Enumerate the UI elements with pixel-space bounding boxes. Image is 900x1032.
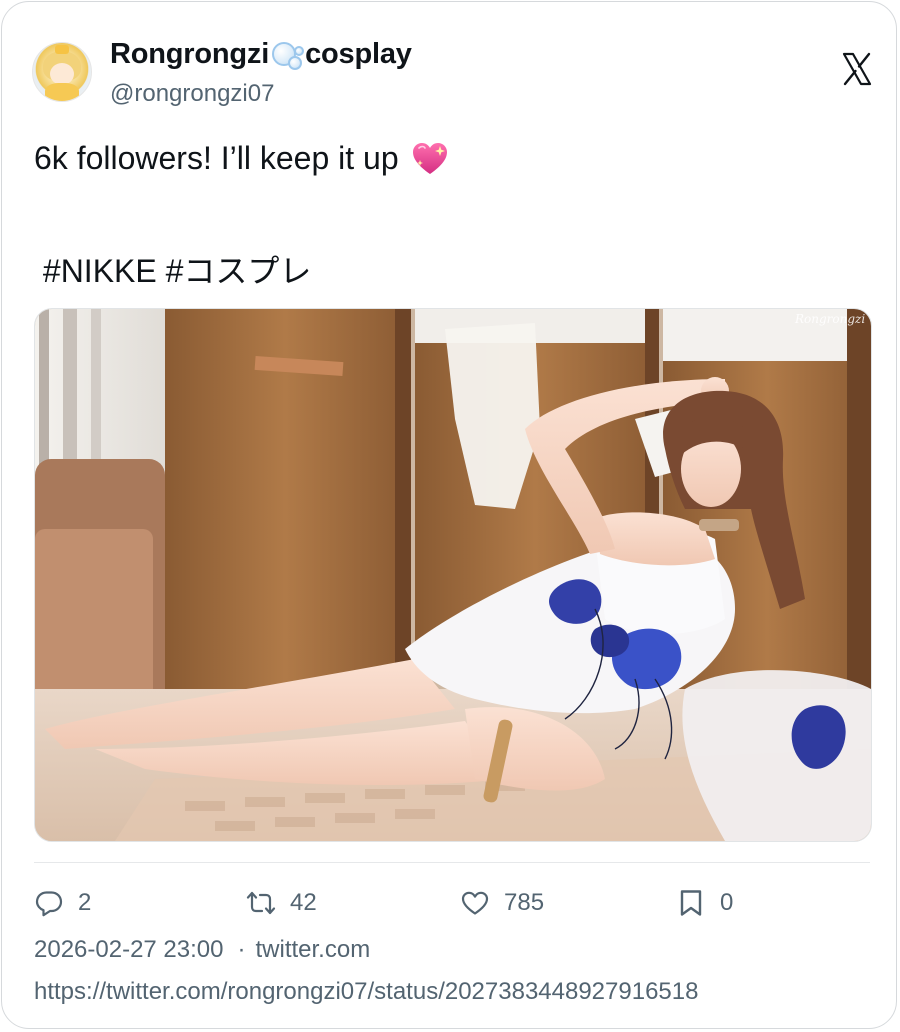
avatar-bow: [55, 45, 69, 54]
user-handle[interactable]: @rongrongzi07: [110, 80, 274, 108]
avatar[interactable]: [32, 42, 92, 102]
heart-icon: [461, 891, 489, 915]
reply-button[interactable]: 2: [34, 886, 91, 920]
bookmark-button[interactable]: 0: [676, 886, 733, 920]
reply-icon: [35, 891, 63, 917]
cosplay-photo: Rongrongzi: [35, 309, 871, 841]
timestamp[interactable]: 2026-02-27 23:00: [34, 936, 224, 963]
meta-separator: ·: [237, 936, 246, 963]
bookmark-count: 0: [720, 889, 734, 916]
display-name-part2: cosplay: [305, 38, 412, 70]
tweet-hashtags[interactable]: #NIKKE #コスプレ: [34, 246, 312, 292]
tweet-url[interactable]: https://twitter.com/rongrongzi07/status/…: [34, 978, 698, 1006]
source-link[interactable]: twitter.com: [256, 936, 371, 963]
x-logo-icon[interactable]: [842, 52, 872, 86]
bookmark-icon: [680, 890, 702, 916]
retweet-button[interactable]: 42: [246, 886, 317, 920]
sparkling-heart-icon: [412, 142, 447, 174]
avatar-body: [45, 83, 79, 101]
tweet-media-image[interactable]: Rongrongzi: [34, 308, 872, 842]
display-name-part1: Rongrongzi: [110, 38, 270, 70]
tweet-card: Rongrongzi cosplay @rongrongzi07 6k foll…: [1, 1, 897, 1029]
tweet-text: 6k followers! I’ll keep it up: [34, 140, 399, 176]
media-watermark: Rongrongzi: [794, 312, 865, 326]
tweet-text-line1: 6k followers! I’ll keep it up: [34, 140, 449, 177]
display-name[interactable]: Rongrongzi cosplay: [110, 38, 412, 71]
avatar-face: [50, 63, 74, 85]
like-button[interactable]: 785: [460, 886, 544, 920]
divider: [34, 862, 870, 863]
retweet-count: 42: [290, 889, 317, 916]
bubbles-icon: [270, 40, 305, 70]
tweet-meta: 2026-02-27 23:00 · twitter.com: [34, 936, 370, 964]
retweet-icon: [246, 891, 276, 915]
like-count: 785: [504, 889, 545, 916]
reply-count: 2: [78, 889, 92, 916]
